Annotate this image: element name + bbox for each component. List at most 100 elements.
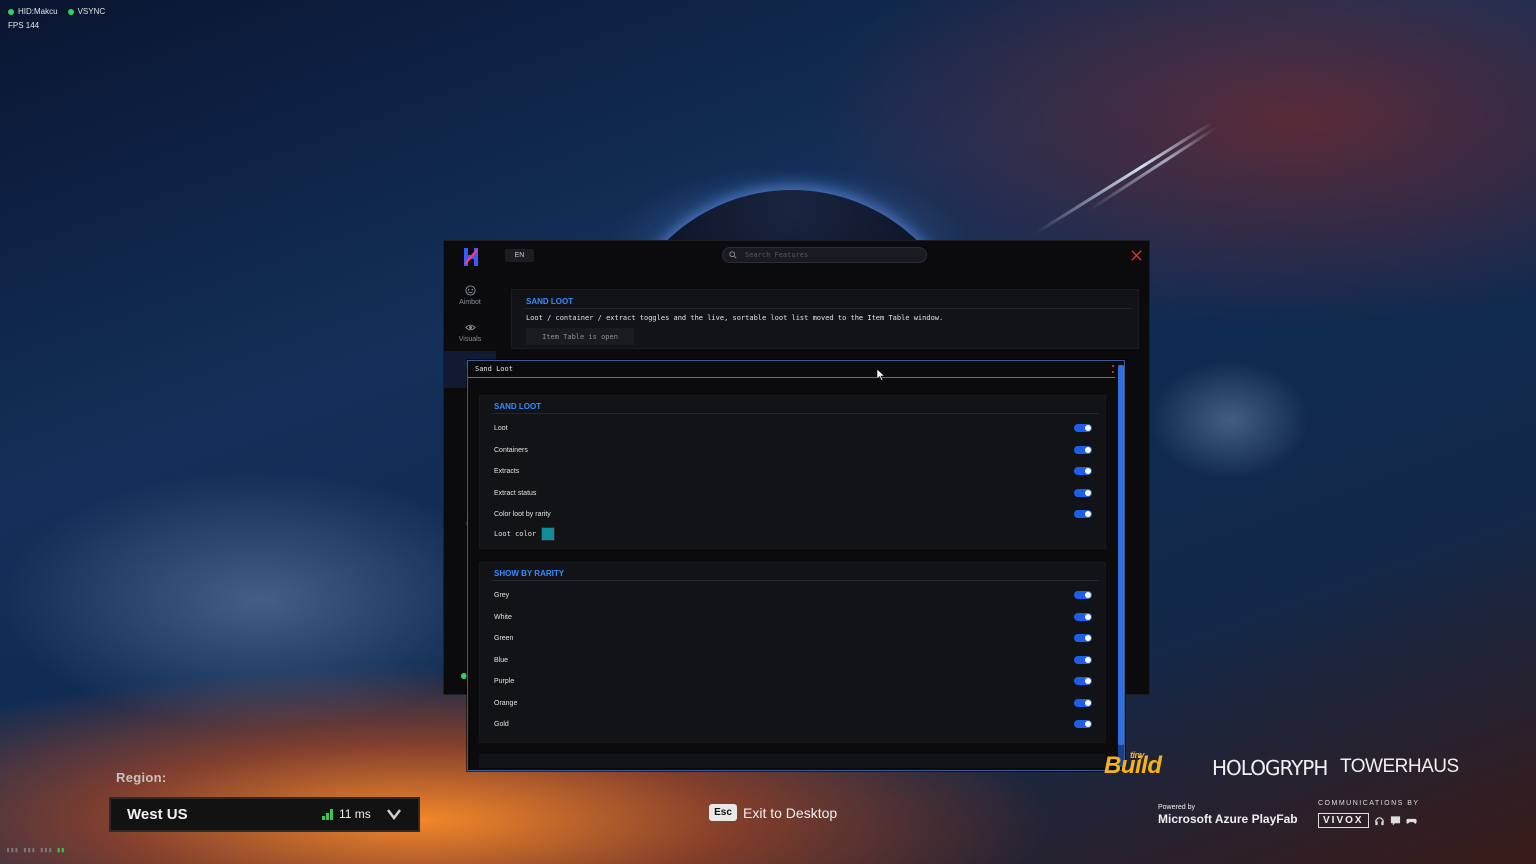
mouse-cursor-icon bbox=[877, 369, 885, 381]
toggle-switch[interactable] bbox=[1074, 634, 1092, 642]
toggle-label: Gold bbox=[494, 720, 509, 728]
item-table-button[interactable]: Item Table is open bbox=[526, 328, 634, 345]
panel-title: SAND LOOT bbox=[526, 297, 574, 306]
chat-icon bbox=[1390, 816, 1400, 826]
close-icon bbox=[1130, 249, 1142, 261]
toggle-row-grey[interactable]: Grey bbox=[494, 588, 1092, 602]
loot-color-row: Loot color bbox=[494, 527, 556, 541]
light-streak bbox=[1034, 120, 1214, 235]
divider bbox=[492, 580, 1099, 581]
toggle-switch[interactable] bbox=[1074, 446, 1092, 454]
debug-footer: ▮▮▮ ▮▮▮ ▮▮▮ ▮▮ bbox=[6, 846, 66, 854]
light-streak bbox=[1089, 126, 1217, 211]
scrollbar-thumb[interactable] bbox=[1118, 365, 1124, 745]
search-input[interactable] bbox=[745, 251, 915, 259]
region-selector[interactable]: West US 11 ms bbox=[109, 797, 420, 832]
fps-counter: FPS 144 bbox=[8, 21, 40, 30]
region-name: West US bbox=[127, 806, 188, 823]
powered-by-label: Powered by bbox=[1158, 804, 1195, 811]
toggle-switch[interactable] bbox=[1074, 489, 1092, 497]
headset-icon bbox=[1374, 817, 1384, 826]
section-title: SHOW BY RARITY bbox=[494, 569, 565, 578]
toggle-switch[interactable] bbox=[1074, 467, 1092, 475]
region-label: Region: bbox=[116, 770, 167, 785]
tinybuild-small: tiny bbox=[1130, 750, 1145, 760]
sidebar-item-aimbot[interactable]: Aimbot bbox=[444, 277, 496, 314]
tinybuild-logo: tiny Build bbox=[1104, 750, 1162, 780]
eye-icon bbox=[464, 324, 476, 331]
toggle-row-purple[interactable]: Purple bbox=[494, 674, 1092, 688]
toggle-switch[interactable] bbox=[1074, 656, 1092, 664]
section-show-by-rarity: SHOW BY RARITY Grey White Green Blue Pur… bbox=[479, 562, 1106, 743]
loot-color-swatch[interactable] bbox=[541, 527, 556, 541]
divider bbox=[492, 413, 1099, 414]
section-sand-loot: SAND LOOT Loot Containers Extracts Extra… bbox=[479, 395, 1106, 549]
toggle-label: Containers bbox=[494, 446, 528, 454]
vivox-credit: COMMUNICATIONS BY VIVOX bbox=[1318, 800, 1420, 828]
toggle-label: Green bbox=[494, 634, 514, 642]
toggle-row-color-by-rarity[interactable]: Color loot by rarity bbox=[494, 507, 1092, 521]
toggle-label: White bbox=[494, 613, 512, 621]
sand-loot-panel: SAND LOOT Loot / container / extract tog… bbox=[511, 289, 1139, 349]
toggle-switch[interactable] bbox=[1074, 677, 1092, 685]
divider bbox=[524, 308, 1132, 309]
nebula-cloud bbox=[1150, 360, 1310, 480]
section-title: SAND LOOT bbox=[494, 402, 542, 411]
language-selector[interactable]: EN bbox=[505, 249, 534, 262]
toggle-row-gold[interactable]: Gold bbox=[494, 717, 1092, 731]
window-title: Sand Loot bbox=[475, 365, 513, 373]
toggle-label: Blue bbox=[494, 656, 509, 664]
signal-icon bbox=[322, 808, 333, 820]
toggle-label: Color loot by rarity bbox=[494, 510, 551, 518]
toggle-label: Extracts bbox=[494, 467, 520, 475]
chevron-down-icon[interactable] bbox=[387, 808, 401, 820]
window-titlebar[interactable]: Sand Loot bbox=[468, 361, 1115, 378]
sand-loot-window: Sand Loot SAND LOOT Loot Containers Extr… bbox=[467, 360, 1125, 771]
gamepad-icon bbox=[1405, 818, 1417, 824]
toggle-switch[interactable] bbox=[1074, 720, 1092, 728]
hid-status: HID:Makcu bbox=[18, 7, 58, 16]
scrollbar[interactable] bbox=[1118, 365, 1124, 767]
sidebar-item-label: Aimbot bbox=[459, 299, 481, 306]
vivox-logo: VIVOX bbox=[1318, 813, 1369, 828]
toggle-row-extracts[interactable]: Extracts bbox=[494, 464, 1092, 478]
search-icon bbox=[729, 251, 737, 259]
panel-description: Loot / container / extract toggles and t… bbox=[526, 314, 944, 322]
toggle-row-extract-status[interactable]: Extract status bbox=[494, 486, 1092, 500]
toggle-row-white[interactable]: White bbox=[494, 610, 1092, 624]
toggle-row-blue[interactable]: Blue bbox=[494, 653, 1092, 667]
search-field[interactable] bbox=[722, 247, 927, 263]
exit-label: Exit to Desktop bbox=[743, 804, 838, 821]
nebula-cloud bbox=[0, 470, 520, 730]
debug-overlay: HID:Makcu VSYNC FPS 144 bbox=[8, 7, 105, 30]
toggle-row-green[interactable]: Green bbox=[494, 631, 1092, 645]
toggle-label: Orange bbox=[494, 699, 518, 707]
toggle-label: Extract status bbox=[494, 489, 537, 497]
exit-to-desktop[interactable]: Esc Exit to Desktop bbox=[709, 804, 837, 821]
comms-by-label: COMMUNICATIONS BY bbox=[1318, 800, 1420, 807]
toggle-switch[interactable] bbox=[1074, 591, 1092, 599]
section-partial bbox=[479, 754, 1106, 768]
hologryph-logo: HOLOGRYPH bbox=[1212, 756, 1328, 780]
toggle-label: Purple bbox=[494, 677, 515, 685]
toggle-row-orange[interactable]: Orange bbox=[494, 696, 1092, 710]
toggle-switch[interactable] bbox=[1074, 613, 1092, 621]
status-dot-icon bbox=[67, 8, 74, 15]
window-menu-icon[interactable] bbox=[1112, 365, 1115, 373]
toggle-switch[interactable] bbox=[1074, 699, 1092, 707]
playfab-credit: Powered by Microsoft Azure PlayFab bbox=[1158, 804, 1298, 826]
ping-value: 11 ms bbox=[339, 807, 371, 821]
status-dot-icon bbox=[8, 8, 14, 15]
close-button[interactable] bbox=[1130, 249, 1142, 261]
playfab-label: Microsoft Azure PlayFab bbox=[1158, 812, 1298, 826]
ping-indicator: 11 ms bbox=[322, 807, 371, 821]
towerhaus-logo: TOWERHAUS bbox=[1340, 756, 1459, 777]
sidebar-item-visuals[interactable]: Visuals bbox=[444, 314, 496, 351]
toggle-switch[interactable] bbox=[1074, 510, 1092, 518]
toggle-label: Loot bbox=[494, 424, 508, 432]
toggle-row-containers[interactable]: Containers bbox=[494, 443, 1092, 457]
toggle-switch[interactable] bbox=[1074, 424, 1092, 432]
sidebar-item-label: Visuals bbox=[458, 336, 482, 343]
toggle-row-loot[interactable]: Loot bbox=[494, 421, 1092, 435]
vsync-status: VSYNC bbox=[77, 7, 106, 16]
